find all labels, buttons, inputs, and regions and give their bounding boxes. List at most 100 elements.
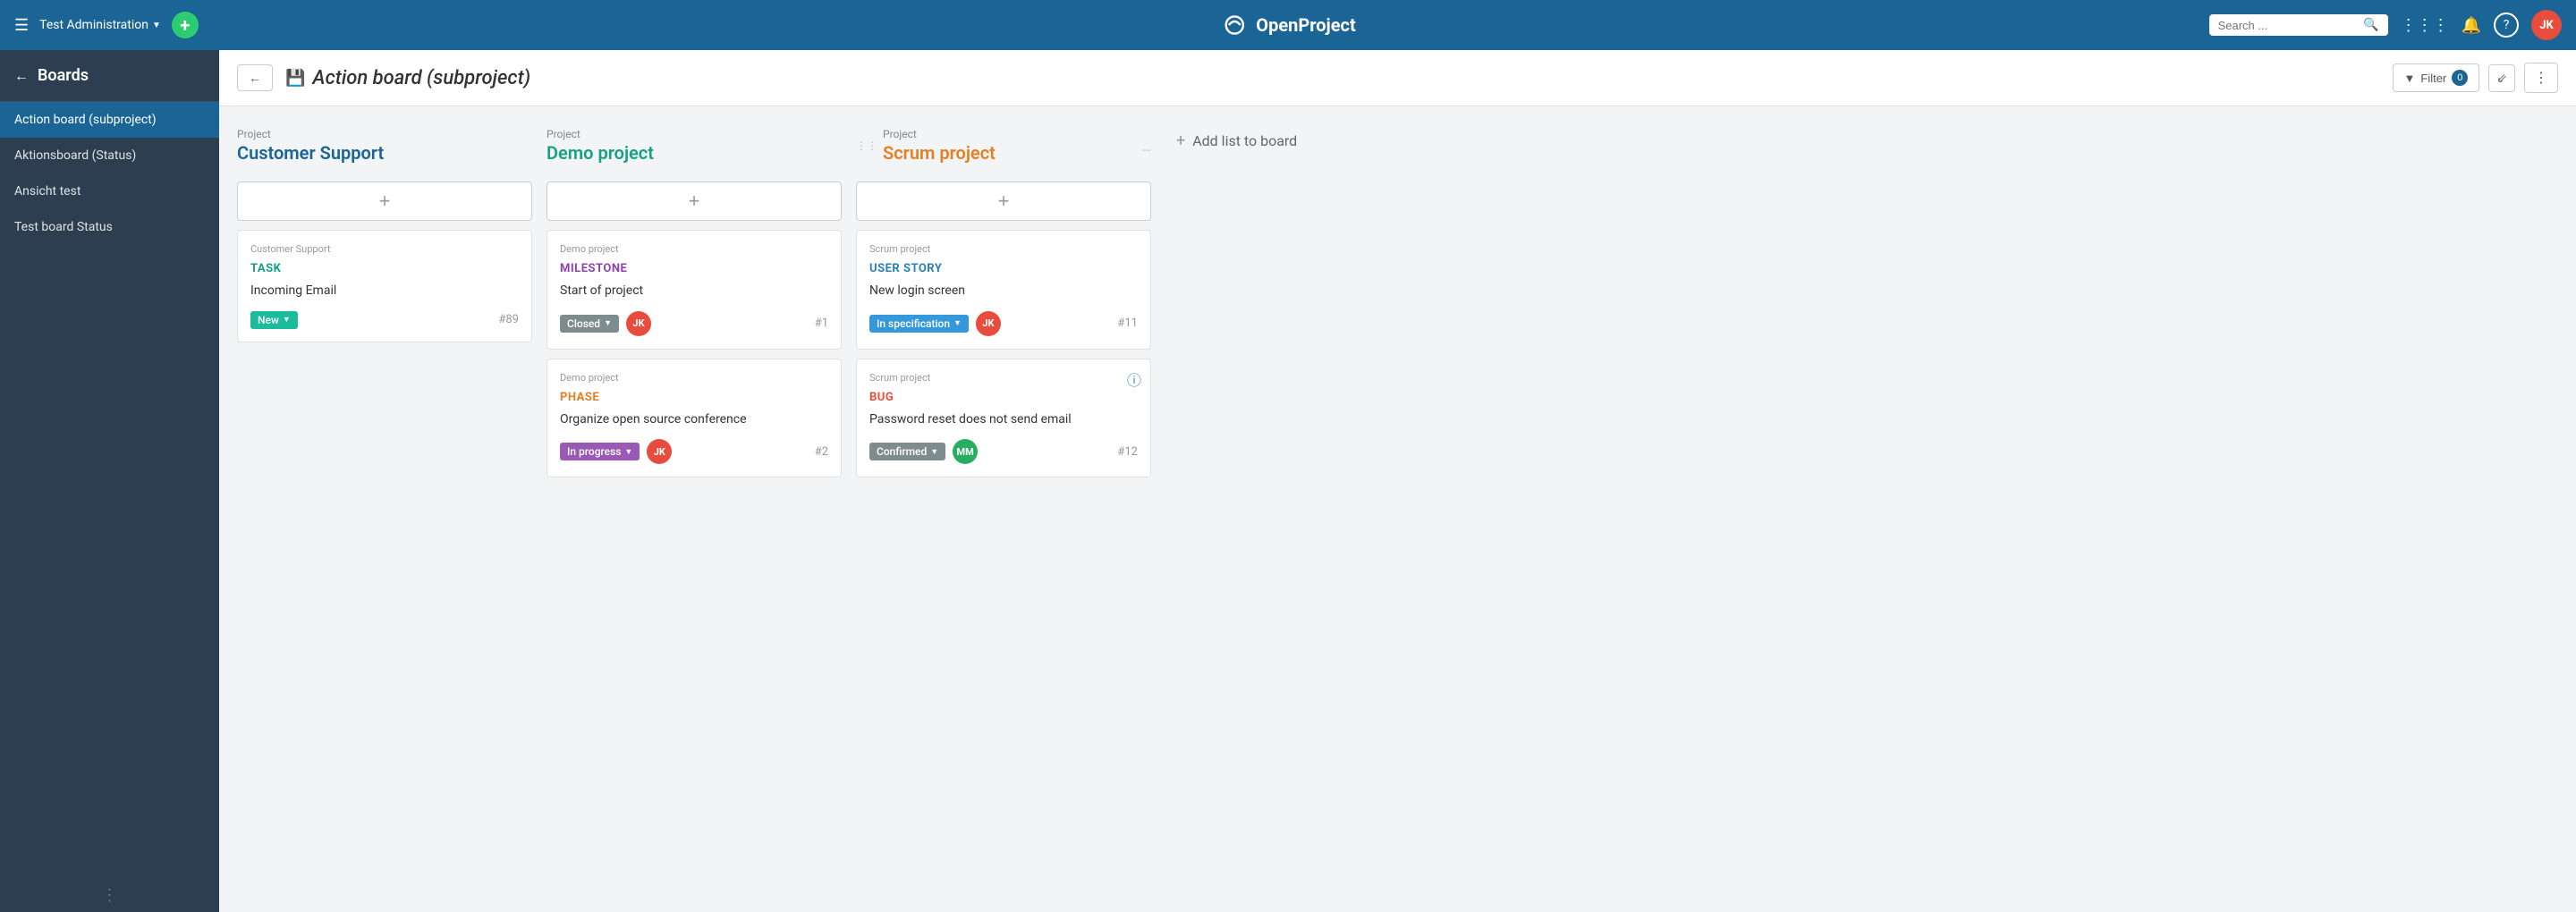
add-card-button-customer-support[interactable]: + xyxy=(237,182,532,221)
add-list-label: Add list to board xyxy=(1192,132,1297,149)
card-title-12: Password reset does not send email xyxy=(869,411,1138,429)
notification-icon[interactable]: 🔔 xyxy=(2462,16,2481,35)
topnav-right-area: 🔍 ⋮⋮⋮ 🔔 ? JK xyxy=(2209,10,2562,40)
sidebar-resize-handle[interactable]: ⋮ xyxy=(0,879,219,912)
card-title-2: Organize open source conference xyxy=(560,411,828,429)
card-number-11: #11 xyxy=(1117,317,1138,330)
card-project-1: Demo project xyxy=(560,243,828,255)
app-layout: ← Boards Action board (subproject) Aktio… xyxy=(0,50,2576,912)
card-number-1: #1 xyxy=(815,317,828,330)
project-selector[interactable]: Test Administration ▼ xyxy=(39,18,161,32)
card-footer-12: Confirmed ▼ MM #12 xyxy=(869,439,1138,464)
status-dropdown-arrow-12: ▼ xyxy=(930,447,938,457)
add-button[interactable]: + xyxy=(172,12,199,38)
card-type-2: PHASE xyxy=(560,391,828,404)
search-icon: 🔍 xyxy=(2363,18,2378,32)
column-demo-project: Project Demo project + Demo project MILE… xyxy=(547,124,842,477)
card-footer-89: New ▼ #89 xyxy=(250,311,519,329)
add-card-button-scrum-project[interactable]: + xyxy=(856,182,1151,221)
card-footer-1: Closed ▼ JK #1 xyxy=(560,311,828,336)
app-name: OpenProject xyxy=(1256,14,1355,36)
add-card-button-demo-project[interactable]: + xyxy=(547,182,842,221)
card-type-12: BUG xyxy=(869,391,1138,404)
column-header-scrum-project: ⋮⋮ Project Scrum project … xyxy=(856,124,1151,173)
sidebar-header: ← Boards xyxy=(0,50,219,102)
avatar-card-11: JK xyxy=(976,311,1001,336)
column-project-label-0: Project xyxy=(237,128,532,140)
status-dropdown-arrow-1: ▼ xyxy=(604,318,612,328)
filter-count-badge: 0 xyxy=(2452,70,2468,86)
card-type-11: USER STORY xyxy=(869,262,1138,275)
back-button[interactable]: ← xyxy=(237,64,273,91)
card-89: Customer Support TASK Incoming Email New… xyxy=(237,230,532,342)
board-content: Project Customer Support + Customer Supp… xyxy=(219,106,2576,912)
search-box[interactable]: 🔍 xyxy=(2209,14,2388,36)
card-title-1: Start of project xyxy=(560,283,828,300)
sidebar: ← Boards Action board (subproject) Aktio… xyxy=(0,50,219,912)
sidebar-item-action-board[interactable]: Action board (subproject) xyxy=(0,102,219,138)
status-dropdown-arrow-2: ▼ xyxy=(624,447,632,457)
main-content: ← 💾 Action board (subproject) ▼ Filter 0… xyxy=(219,50,2576,912)
column-header-demo-project: Project Demo project xyxy=(547,124,842,173)
sidebar-back-icon[interactable]: ← xyxy=(14,67,29,85)
card-title-11: New login screen xyxy=(869,283,1138,300)
grid-icon[interactable]: ⋮⋮⋮ xyxy=(2401,16,2449,35)
card-title-89: Incoming Email xyxy=(250,283,519,300)
sidebar-item-ansicht-test[interactable]: Ansicht test xyxy=(0,173,219,209)
scrum-header-row: ⋮⋮ Project Scrum project … xyxy=(856,128,1151,164)
save-icon: 💾 xyxy=(285,69,305,88)
card-project-11: Scrum project xyxy=(869,243,1138,255)
board-header: ← 💾 Action board (subproject) ▼ Filter 0… xyxy=(219,50,2576,106)
card-2: Demo project PHASE Organize open source … xyxy=(547,359,842,478)
expand-button[interactable]: ⇙ xyxy=(2488,64,2515,92)
card-1: Demo project MILESTONE Start of project … xyxy=(547,230,842,350)
column-customer-support: Project Customer Support + Customer Supp… xyxy=(237,124,532,342)
sidebar-item-aktionsboard[interactable]: Aktionsboard (Status) xyxy=(0,138,219,173)
column-project-label-2: Project xyxy=(883,128,996,140)
status-badge-1[interactable]: Closed ▼ xyxy=(560,315,619,333)
card-type-1: MILESTONE xyxy=(560,262,828,275)
plus-icon: + xyxy=(1176,131,1185,150)
filter-label: Filter xyxy=(2420,72,2446,85)
avatar-card-12: MM xyxy=(953,439,978,464)
column-title-customer-support: Customer Support xyxy=(237,142,532,164)
user-avatar[interactable]: JK xyxy=(2531,10,2562,40)
chevron-down-icon: ▼ xyxy=(152,21,161,30)
status-badge-89[interactable]: New ▼ xyxy=(250,311,298,329)
column-project-label-1: Project xyxy=(547,128,842,140)
column-more-button[interactable]: … xyxy=(1141,138,1151,155)
project-name: Test Administration xyxy=(39,18,148,32)
logo-icon xyxy=(1220,14,1249,36)
status-dropdown-arrow-11: ▼ xyxy=(953,318,962,328)
column-header-customer-support: Project Customer Support xyxy=(237,124,532,173)
top-navigation: ☰ Test Administration ▼ + OpenProject 🔍 … xyxy=(0,0,2576,50)
sidebar-item-test-board-status[interactable]: Test board Status xyxy=(0,209,219,245)
card-footer-11: In specification ▼ JK #11 xyxy=(869,311,1138,336)
card-project-2: Demo project xyxy=(560,372,828,384)
search-input[interactable] xyxy=(2218,19,2359,32)
info-icon-card-12[interactable]: ⓘ xyxy=(1127,368,1141,390)
card-type-89: TASK xyxy=(250,262,519,275)
card-project-12: Scrum project xyxy=(869,372,1138,384)
drag-icon: ⋮⋮ xyxy=(856,139,877,152)
add-list-to-board-button[interactable]: + Add list to board xyxy=(1165,124,1308,157)
app-logo-area: OpenProject xyxy=(1220,14,1355,36)
sidebar-title: Boards xyxy=(38,66,89,85)
status-badge-11[interactable]: In specification ▼ xyxy=(869,315,969,333)
column-title-demo-project: Demo project xyxy=(547,142,842,164)
status-badge-12[interactable]: Confirmed ▼ xyxy=(869,443,945,460)
filter-button[interactable]: ▼ Filter 0 xyxy=(2393,63,2480,92)
avatar-card-2: JK xyxy=(647,439,672,464)
more-options-button[interactable]: ⋮ xyxy=(2524,63,2558,93)
avatar-card-1: JK xyxy=(626,311,651,336)
hamburger-icon[interactable]: ☰ xyxy=(14,16,29,35)
help-icon[interactable]: ? xyxy=(2494,13,2519,38)
board-header-actions: ▼ Filter 0 ⇙ ⋮ xyxy=(2393,63,2559,93)
status-dropdown-arrow-89: ▼ xyxy=(283,315,291,325)
card-11: Scrum project USER STORY New login scree… xyxy=(856,230,1151,350)
column-scrum-project: ⋮⋮ Project Scrum project … + Scrum proje… xyxy=(856,124,1151,477)
status-badge-2[interactable]: In progress ▼ xyxy=(560,443,640,460)
card-number-89: #89 xyxy=(498,313,519,326)
column-title-scrum-project: Scrum project xyxy=(883,142,996,164)
card-number-2: #2 xyxy=(815,445,828,459)
